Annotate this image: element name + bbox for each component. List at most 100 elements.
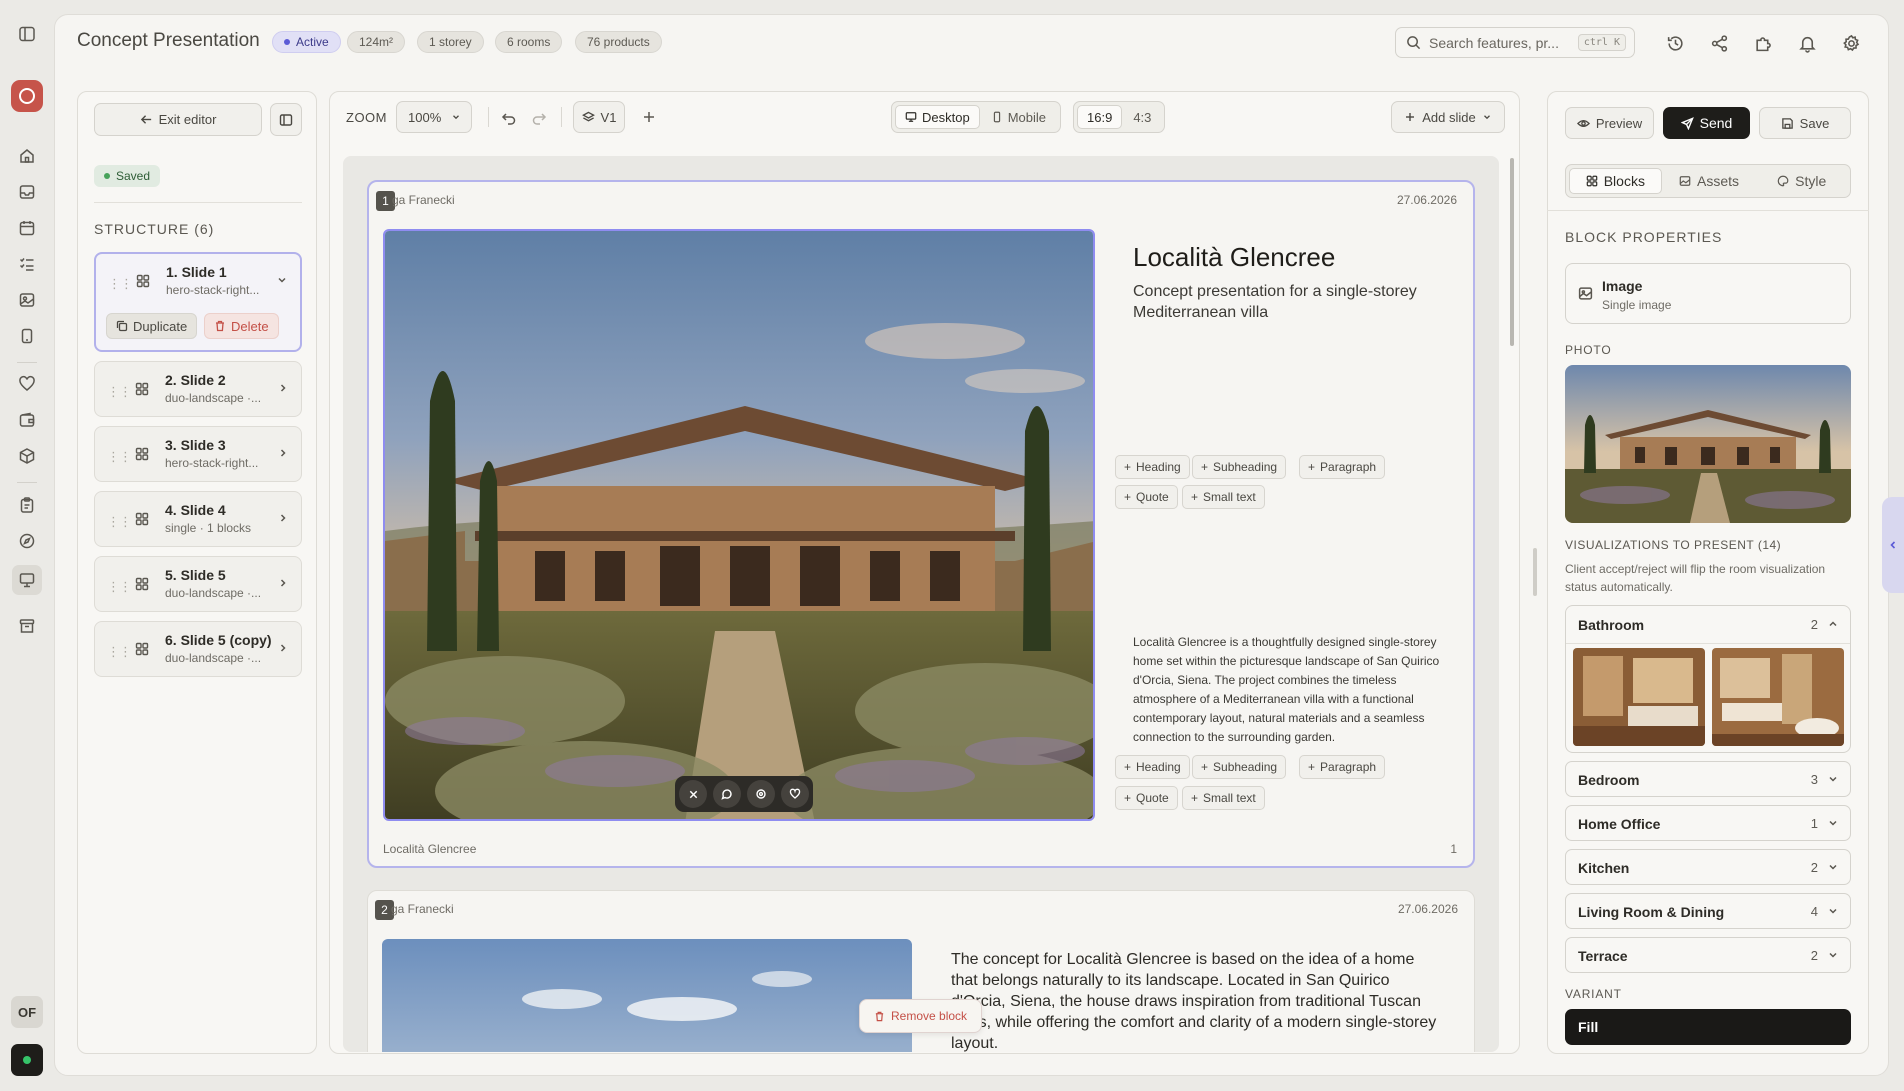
ratio-16-9-tab[interactable]: 16:9 xyxy=(1077,105,1123,129)
add-heading-button[interactable]: + Heading xyxy=(1115,755,1190,779)
drag-handle-icon[interactable]: ⋮⋮ xyxy=(107,644,132,660)
slide-list-item-2[interactable]: ⋮⋮ 2. Slide 2 duo-landscape ·... xyxy=(94,361,302,417)
add-subheading-button[interactable]: + Subheading xyxy=(1192,755,1287,779)
add-quote-button[interactable]: + Quote xyxy=(1115,485,1178,509)
drag-handle-icon[interactable]: ⋮⋮ xyxy=(107,384,132,400)
presentation-icon[interactable] xyxy=(12,565,42,595)
slide-list-item-6[interactable]: ⋮⋮ 6. Slide 5 (copy) duo-landscape ·... xyxy=(94,621,302,677)
chevron-down-icon[interactable] xyxy=(276,274,288,286)
bell-icon[interactable] xyxy=(1796,32,1818,54)
avatar[interactable]: OF xyxy=(11,996,43,1028)
slide-heading[interactable]: Località Glencree xyxy=(1133,242,1335,273)
room-row-living-dining[interactable]: Living Room & Dining 4 xyxy=(1565,893,1851,929)
room-row-terrace[interactable]: Terrace 2 xyxy=(1565,937,1851,973)
drag-handle-icon[interactable]: ⋮⋮ xyxy=(107,449,132,465)
landscape-image[interactable] xyxy=(382,939,912,1052)
sidebar-toggle-icon[interactable] xyxy=(16,23,38,45)
bathroom-visualization-1[interactable] xyxy=(1573,648,1705,746)
device-desktop-tab[interactable]: Desktop xyxy=(895,105,980,129)
duplicate-button[interactable]: Duplicate xyxy=(106,313,198,339)
room-row-kitchen[interactable]: Kitchen 2 xyxy=(1565,849,1851,885)
send-button[interactable]: Send xyxy=(1663,107,1750,139)
add-small-text-button[interactable]: + Small text xyxy=(1182,786,1265,810)
variant-fill-option[interactable]: Fill xyxy=(1565,1009,1851,1045)
compass-icon[interactable] xyxy=(16,530,38,552)
cube-icon[interactable] xyxy=(16,445,38,467)
add-quote-button[interactable]: + Quote xyxy=(1115,786,1178,810)
slide-list-item-5[interactable]: ⋮⋮ 5. Slide 5 duo-landscape ·... xyxy=(94,556,302,612)
add-paragraph-button[interactable]: + Paragraph xyxy=(1299,455,1386,479)
slide-subheading[interactable]: Concept presentation for a single-storey… xyxy=(1133,281,1453,323)
home-icon[interactable] xyxy=(16,145,38,167)
bathroom-visualization-2[interactable] xyxy=(1712,648,1844,746)
add-small-text-button[interactable]: + Small text xyxy=(1182,485,1265,509)
clipboard-icon[interactable] xyxy=(16,494,38,516)
slide-list-item-1[interactable]: ⋮⋮ 1. Slide 1 hero-stack-right... Duplic… xyxy=(94,252,302,352)
tab-blocks[interactable]: Blocks xyxy=(1569,168,1662,194)
chevron-right-icon[interactable] xyxy=(277,447,289,459)
plus-icon[interactable] xyxy=(641,109,657,125)
zoom-select[interactable]: 100% xyxy=(396,101,472,133)
remove-block-button[interactable]: Remove block xyxy=(859,999,983,1033)
slide-list-item-4[interactable]: ⋮⋮ 4. Slide 4 single · 1 blocks xyxy=(94,491,302,547)
preview-button[interactable]: Preview xyxy=(1565,107,1654,139)
history-icon[interactable] xyxy=(1664,32,1686,54)
image-icon[interactable] xyxy=(16,289,38,311)
inbox-icon[interactable] xyxy=(16,181,38,203)
room-row-bedroom[interactable]: Bedroom 3 xyxy=(1565,761,1851,797)
share-icon[interactable] xyxy=(1708,32,1730,54)
drag-handle-icon[interactable]: ⋮⋮ xyxy=(107,579,132,595)
variant-label: VARIANT xyxy=(1565,987,1622,1001)
chevron-right-icon[interactable] xyxy=(277,512,289,524)
slide-body-text[interactable]: The concept for Località Glencree is bas… xyxy=(951,949,1441,1052)
delete-button[interactable]: Delete xyxy=(204,313,279,339)
settings-icon[interactable] xyxy=(1840,32,1862,54)
chevron-right-icon[interactable] xyxy=(277,382,289,394)
add-heading-button[interactable]: + Heading xyxy=(1115,455,1190,479)
drag-handle-icon[interactable]: ⋮⋮ xyxy=(107,514,132,530)
hero-image[interactable] xyxy=(383,229,1095,821)
block-type-card[interactable]: Image Single image xyxy=(1565,263,1851,324)
ratio-4-3-tab[interactable]: 4:3 xyxy=(1124,105,1160,129)
add-subheading-button[interactable]: + Subheading xyxy=(1192,455,1287,479)
archive-icon[interactable] xyxy=(16,615,38,637)
calendar-icon[interactable] xyxy=(16,217,38,239)
heart-icon[interactable] xyxy=(16,373,38,395)
chevron-up-icon[interactable] xyxy=(1827,618,1839,630)
status-indicator-icon[interactable] xyxy=(11,1044,43,1076)
tab-style[interactable]: Style xyxy=(1756,168,1847,194)
puzzle-icon[interactable] xyxy=(1752,32,1774,54)
close-icon[interactable] xyxy=(679,780,707,808)
rail-divider xyxy=(17,362,37,363)
wallet-icon[interactable] xyxy=(16,409,38,431)
exit-editor-button[interactable]: Exit editor xyxy=(94,103,262,136)
drag-handle-icon[interactable]: ⋮⋮ xyxy=(108,276,133,292)
add-paragraph-button[interactable]: + Paragraph xyxy=(1299,755,1386,779)
tab-assets[interactable]: Assets xyxy=(1664,168,1755,194)
heart-icon[interactable] xyxy=(781,780,809,808)
slide-list-item-3[interactable]: ⋮⋮ 3. Slide 3 hero-stack-right... xyxy=(94,426,302,482)
target-icon[interactable] xyxy=(747,780,775,808)
redo-icon[interactable] xyxy=(531,110,547,126)
canvas-scrollbar[interactable] xyxy=(1510,146,1514,1052)
chevron-right-icon[interactable] xyxy=(277,642,289,654)
search-input[interactable]: Search features, pr... ctrl K xyxy=(1395,27,1635,58)
version-select[interactable]: V1 xyxy=(573,101,625,133)
chevron-right-icon[interactable] xyxy=(277,577,289,589)
device-mobile-tab[interactable]: Mobile xyxy=(982,105,1055,129)
add-slide-button[interactable]: Add slide xyxy=(1391,101,1505,133)
panel-layout-button[interactable] xyxy=(270,103,302,136)
room-row-home-office[interactable]: Home Office 1 xyxy=(1565,805,1851,841)
tablet-icon[interactable] xyxy=(16,325,38,347)
undo-icon[interactable] xyxy=(501,110,517,126)
scrollbar-thumb[interactable] xyxy=(1510,158,1514,346)
photo-preview[interactable] xyxy=(1565,365,1851,523)
slide-paragraph[interactable]: Località Glencree is a thoughtfully desi… xyxy=(1133,633,1459,747)
panel-resize-handle[interactable] xyxy=(1533,548,1537,596)
comment-icon[interactable] xyxy=(713,780,741,808)
save-button[interactable]: Save xyxy=(1759,107,1851,139)
collapse-panel-handle[interactable] xyxy=(1882,497,1904,593)
slide-1[interactable]: 1 ga Franecki 27.06.2026 Località Glencr… xyxy=(367,180,1475,868)
logo-icon[interactable] xyxy=(11,80,43,112)
checklist-icon[interactable] xyxy=(16,253,38,275)
